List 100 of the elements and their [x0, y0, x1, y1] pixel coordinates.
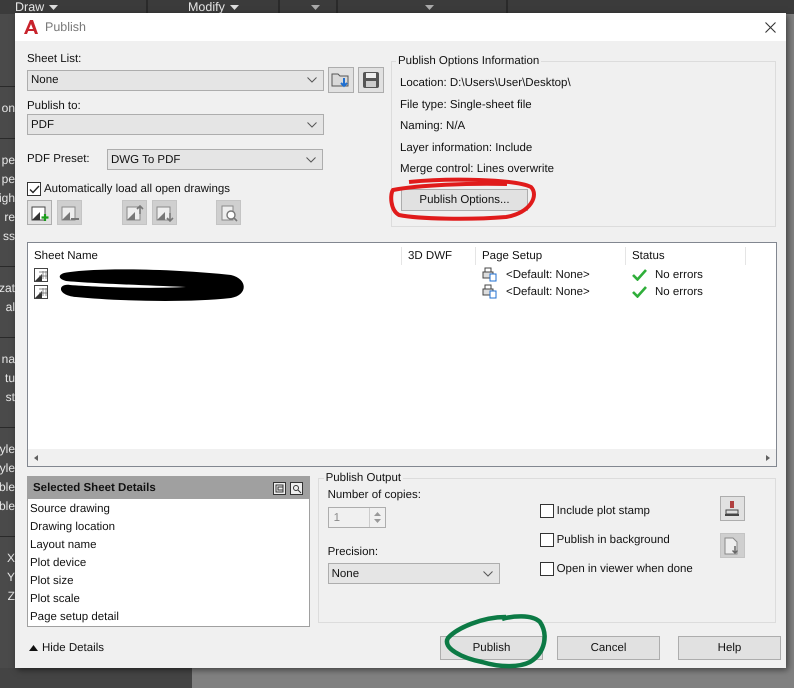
caret-icon [425, 4, 434, 10]
caret-icon [311, 4, 320, 10]
sheet-list-dropdown[interactable]: None [27, 70, 324, 90]
chevron-down-icon [482, 570, 493, 576]
app-logo-icon [24, 20, 38, 34]
field-label: PDF Preset: [27, 152, 91, 167]
palette-label: pe [2, 171, 15, 188]
table-cell: No errors [655, 286, 703, 298]
move-up-button[interactable] [122, 200, 147, 225]
preview-icon[interactable] [290, 482, 303, 494]
add-sheets-button[interactable] [27, 200, 52, 225]
column-header[interactable]: Page Setup [476, 247, 626, 265]
checkbox-label: Publish in background [556, 534, 670, 546]
import-button[interactable] [328, 67, 354, 93]
detail-label: Source drawing [29, 502, 111, 517]
caret-icon [230, 4, 239, 10]
caret-up-icon [29, 645, 38, 651]
remove-sheets-button[interactable] [57, 200, 82, 225]
stamp-icon [724, 500, 740, 518]
plot-stamp-button[interactable] [720, 496, 745, 521]
palette-label: na [2, 351, 15, 368]
table-cell: <Default: None> [506, 286, 590, 298]
check-icon [632, 286, 647, 298]
scroll-right-icon[interactable] [764, 454, 772, 462]
field-label: Publish to: [27, 99, 82, 114]
palette-label: on [2, 100, 15, 117]
detail-label: Layout name [29, 538, 98, 553]
horizontal-scrollbar[interactable] [28, 449, 776, 466]
checkbox[interactable] [27, 182, 41, 196]
panel-title: Selected Sheet Details [33, 482, 156, 494]
publish-options-button[interactable]: Publish Options... [401, 188, 528, 210]
checkbox-label: Automatically load all open drawings [44, 183, 230, 195]
palette-label: ble [0, 498, 15, 515]
hide-details-toggle[interactable]: Hide Details [29, 642, 104, 654]
palette-label: ss [3, 228, 15, 245]
preview-button[interactable] [216, 200, 241, 225]
save-button[interactable] [358, 67, 384, 93]
info-text: Location: D:\Users\User\Desktop\ [400, 76, 572, 91]
table-cell: No errors [655, 268, 703, 280]
sheet-icon [34, 284, 48, 298]
palette-label: Z [8, 588, 15, 605]
palette-label: X [6, 550, 15, 567]
checkbox[interactable] [540, 504, 554, 518]
check-icon [632, 268, 647, 280]
field-label: Precision: [328, 545, 380, 560]
cancel-button[interactable]: Cancel [557, 636, 660, 660]
help-button[interactable]: Help [678, 636, 781, 660]
sheet-down-icon [156, 204, 174, 222]
chevron-down-icon [306, 156, 316, 162]
detail-label: Drawing location [29, 520, 116, 535]
caret-icon [49, 4, 58, 10]
sheet-remove-icon [60, 204, 78, 222]
detail-label: Page setup detail [29, 610, 120, 625]
window-title: Publish [45, 20, 86, 34]
checkbox[interactable] [540, 532, 554, 546]
palette-label: pe [2, 152, 15, 169]
page-setup-icon [482, 267, 498, 282]
info-text: Merge control: Lines overwrite [400, 162, 556, 177]
move-down-button[interactable] [152, 200, 177, 225]
publish-to-dropdown[interactable]: PDF [27, 114, 324, 135]
column-header[interactable]: Status [626, 247, 746, 265]
palette-label: igh [0, 190, 15, 207]
close-icon[interactable] [765, 22, 776, 32]
detail-label: Plot device [29, 556, 88, 571]
info-text: File type: Single-sheet file [400, 98, 533, 112]
palette-label: Y [6, 569, 15, 586]
palette-label: ble [0, 479, 15, 496]
magnifier-icon [220, 204, 238, 222]
list-view-icon[interactable] [272, 482, 286, 494]
field-label: Sheet List: [27, 52, 82, 67]
palette-label: re [4, 209, 15, 226]
page-setup-icon [482, 284, 498, 299]
checkbox[interactable] [540, 562, 554, 576]
checkbox-label: Include plot stamp [556, 504, 650, 516]
info-text: Layer information: Include [400, 140, 534, 156]
info-text: Naming: N/A [400, 119, 466, 134]
column-header[interactable]: 3D DWF [402, 247, 476, 265]
background-settings-button[interactable] [720, 533, 745, 558]
chevron-down-icon [307, 122, 317, 128]
palette-label: st [6, 389, 15, 406]
sheet-add-icon [30, 204, 48, 222]
detail-label: Plot size [29, 574, 74, 589]
field-label: Number of copies: [328, 488, 422, 503]
detail-label: Plot scale [29, 592, 81, 607]
scroll-left-icon[interactable] [32, 454, 40, 462]
group-title: Publish Options Information [397, 55, 540, 67]
palette-label: al [6, 299, 15, 316]
sheet-up-icon [126, 204, 144, 222]
table-cell: <Default: None> [506, 268, 590, 280]
precision-dropdown[interactable]: None [328, 563, 500, 584]
folder-icon [331, 71, 351, 89]
sheet-icon [34, 268, 48, 282]
palette-label: yle [0, 460, 15, 477]
checkbox-label: Open in viewer when done [556, 562, 693, 574]
document-download-icon [724, 536, 740, 554]
group-title: Publish Output [324, 472, 402, 484]
pdf-preset-dropdown[interactable]: DWG To PDF [107, 149, 323, 170]
palette-label: yle [0, 441, 15, 458]
chevron-down-icon [307, 77, 317, 83]
column-header[interactable]: Sheet Name [28, 247, 402, 265]
